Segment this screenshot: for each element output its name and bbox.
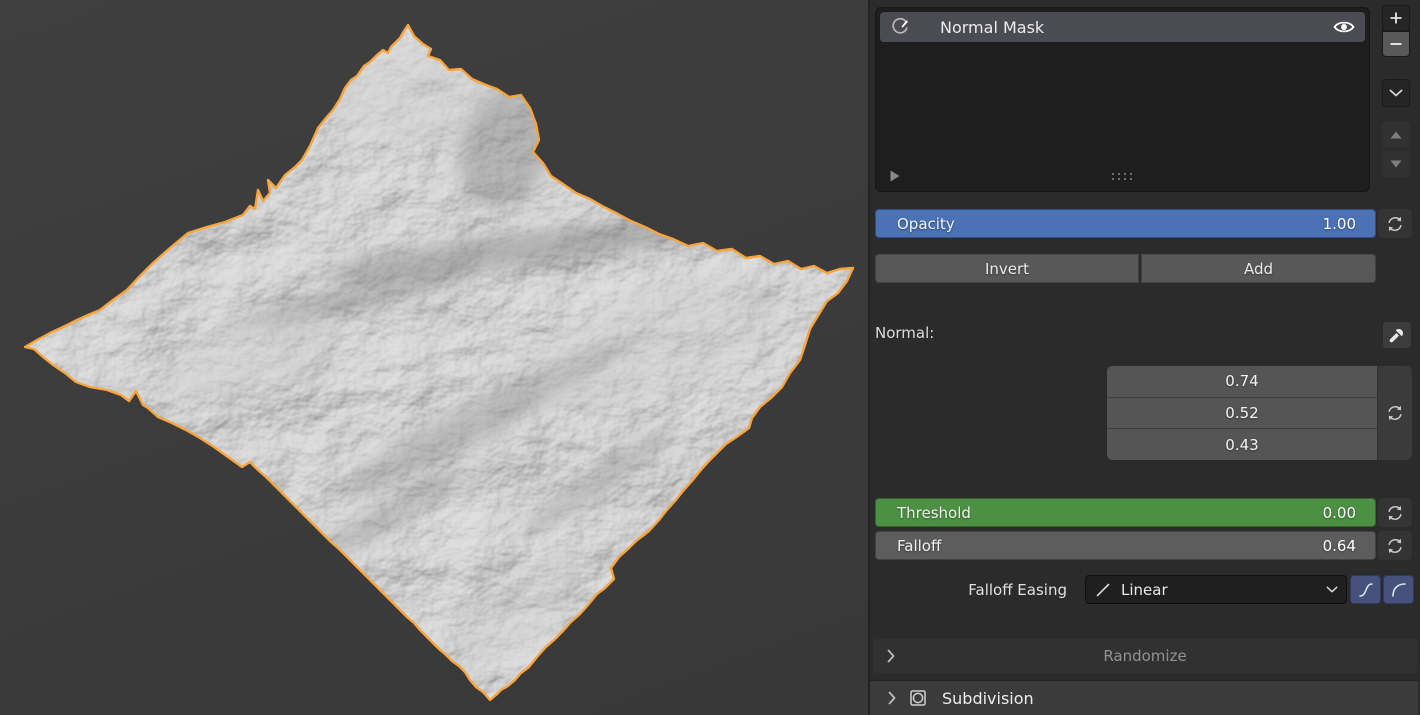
falloff-easing-label: Falloff Easing bbox=[870, 581, 1067, 599]
list-footer bbox=[886, 169, 1359, 185]
falloff-cycle-button[interactable] bbox=[1378, 531, 1412, 560]
cycle-icon bbox=[1386, 404, 1404, 422]
falloff-value: 0.64 bbox=[1323, 537, 1356, 555]
ease-in-out-curve-icon bbox=[1358, 582, 1374, 598]
normal-vector-fields: 0.74 0.52 0.43 bbox=[1107, 366, 1412, 460]
list-resize-grip[interactable] bbox=[1112, 173, 1134, 181]
normal-eyedropper-button[interactable] bbox=[1382, 321, 1412, 349]
threshold-slider[interactable]: Threshold 0.00 bbox=[875, 498, 1376, 527]
ease-out-button[interactable] bbox=[1383, 575, 1414, 604]
properties-panel: Normal Mask bbox=[870, 0, 1418, 715]
layer-specials-button[interactable] bbox=[1382, 79, 1410, 107]
invert-button[interactable]: Invert bbox=[875, 254, 1139, 283]
cycle-icon bbox=[1386, 537, 1404, 555]
threshold-value: 0.00 bbox=[1323, 504, 1356, 522]
normal-x-field[interactable]: 0.74 bbox=[1107, 366, 1377, 398]
mask-layer-list[interactable]: Normal Mask bbox=[875, 7, 1370, 192]
brush-icon bbox=[890, 17, 910, 37]
terrain-mesh[interactable] bbox=[0, 0, 868, 715]
minus-icon bbox=[1388, 36, 1404, 52]
filter-expand-icon[interactable] bbox=[890, 170, 900, 182]
normal-y-field[interactable]: 0.52 bbox=[1107, 398, 1377, 430]
eyedropper-icon bbox=[1388, 326, 1406, 344]
normal-cycle-button[interactable] bbox=[1377, 366, 1412, 460]
viewport-3d[interactable] bbox=[0, 0, 870, 715]
cycle-icon bbox=[1386, 215, 1404, 233]
normal-z-field[interactable]: 0.43 bbox=[1107, 429, 1377, 460]
falloff-label: Falloff bbox=[897, 537, 941, 555]
ease-out-curve-icon bbox=[1391, 582, 1407, 598]
triangle-down-icon bbox=[1390, 160, 1402, 168]
move-layer-up-button[interactable] bbox=[1382, 121, 1410, 148]
move-layer-down-button[interactable] bbox=[1382, 150, 1410, 177]
threshold-label: Threshold bbox=[897, 504, 971, 522]
add-button[interactable]: Add bbox=[1141, 254, 1376, 283]
linear-curve-icon bbox=[1095, 582, 1111, 598]
plus-icon bbox=[1388, 10, 1404, 26]
opacity-slider[interactable]: Opacity 1.00 bbox=[875, 209, 1376, 238]
opacity-label: Opacity bbox=[897, 215, 955, 233]
opacity-value: 1.00 bbox=[1323, 215, 1356, 233]
falloff-slider[interactable]: Falloff 0.64 bbox=[875, 531, 1376, 560]
subdivision-icon bbox=[908, 688, 928, 708]
ease-in-out-button[interactable] bbox=[1350, 575, 1381, 604]
app-window: Normal Mask bbox=[0, 0, 1420, 715]
mask-layer-name[interactable]: Normal Mask bbox=[940, 18, 1044, 37]
randomize-label: Randomize bbox=[873, 647, 1417, 665]
cycle-icon bbox=[1386, 504, 1404, 522]
add-layer-button[interactable] bbox=[1382, 5, 1410, 31]
chevron-right-icon bbox=[888, 691, 896, 705]
normal-label: Normal: bbox=[875, 324, 934, 342]
chevron-down-icon bbox=[1326, 586, 1338, 593]
eye-icon[interactable] bbox=[1333, 19, 1355, 35]
triangle-up-icon bbox=[1390, 131, 1402, 139]
chevron-down-icon bbox=[1389, 89, 1403, 97]
remove-layer-button[interactable] bbox=[1382, 31, 1410, 57]
subdivision-panel-header[interactable]: Subdivision bbox=[870, 680, 1418, 715]
falloff-easing-dropdown[interactable]: Linear bbox=[1085, 575, 1347, 604]
threshold-cycle-button[interactable] bbox=[1378, 498, 1412, 527]
subdivision-label: Subdivision bbox=[942, 689, 1034, 708]
randomize-subpanel-header[interactable]: Randomize bbox=[873, 639, 1417, 673]
mask-layer-row[interactable]: Normal Mask bbox=[880, 12, 1365, 42]
opacity-cycle-button[interactable] bbox=[1378, 209, 1412, 238]
falloff-easing-value: Linear bbox=[1121, 581, 1168, 599]
